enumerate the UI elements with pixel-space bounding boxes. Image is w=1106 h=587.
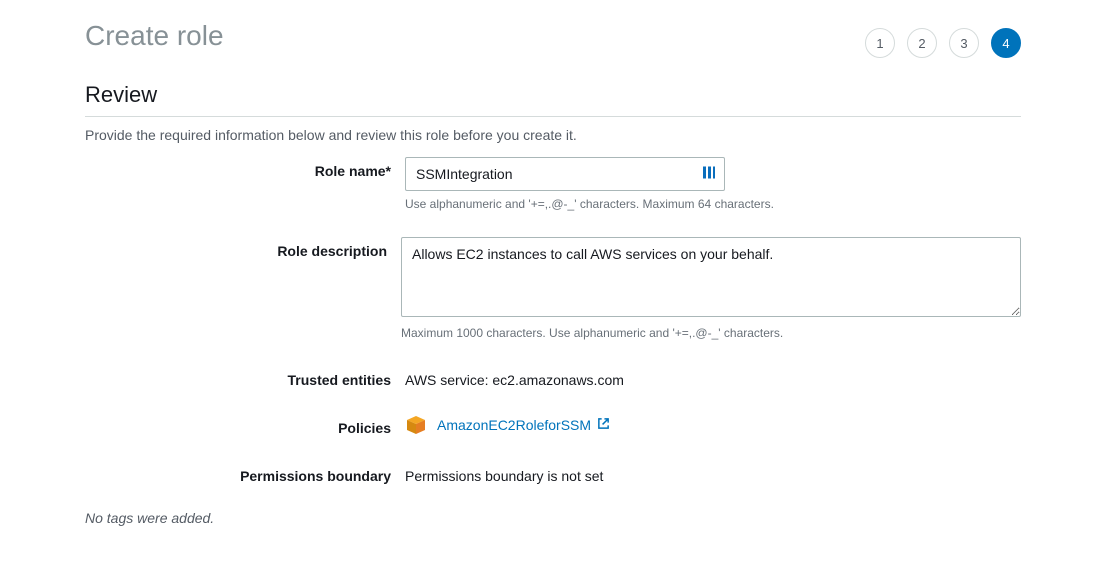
role-description-label: Role description — [85, 237, 401, 259]
lastpass-icon[interactable] — [703, 166, 717, 183]
trusted-entities-value: AWS service: ec2.amazonaws.com — [405, 366, 624, 388]
wizard-step-3[interactable]: 3 — [949, 28, 979, 58]
trusted-entities-label: Trusted entities — [85, 366, 405, 388]
role-name-helper: Use alphanumeric and '+=,.@-_' character… — [405, 197, 1021, 211]
field-permissions-boundary: Permissions boundary Permissions boundar… — [85, 462, 1021, 484]
wizard-step-4[interactable]: 4 — [991, 28, 1021, 58]
tags-section: No tags were added. — [85, 510, 1021, 526]
field-policies: Policies AmazonEC2RoleforSSM — [85, 414, 1021, 436]
wizard-steps: 1 2 3 4 — [865, 20, 1021, 58]
policy-link[interactable]: AmazonEC2RoleforSSM — [437, 417, 610, 433]
policy-link-text: AmazonEC2RoleforSSM — [437, 417, 591, 433]
external-link-icon — [597, 417, 610, 433]
page-title: Create role — [85, 20, 224, 52]
policy-box-icon — [405, 414, 427, 436]
wizard-step-1[interactable]: 1 — [865, 28, 895, 58]
wizard-step-2[interactable]: 2 — [907, 28, 937, 58]
role-name-label: Role name* — [85, 157, 405, 179]
section-title-review: Review — [85, 82, 1021, 117]
tags-message: No tags were added. — [85, 510, 214, 526]
permissions-boundary-label: Permissions boundary — [85, 462, 405, 484]
role-description-helper: Maximum 1000 characters. Use alphanumeri… — [401, 326, 1021, 340]
policies-label: Policies — [85, 414, 405, 436]
section-description: Provide the required information below a… — [85, 127, 1021, 143]
role-description-textarea[interactable] — [401, 237, 1021, 317]
role-name-input[interactable] — [405, 157, 725, 191]
field-role-name: Role name* Use alphanumeric and '+=,.@-_… — [85, 157, 1021, 211]
field-role-description: Role description Maximum 1000 characters… — [85, 237, 1021, 340]
field-trusted-entities: Trusted entities AWS service: ec2.amazon… — [85, 366, 1021, 388]
permissions-boundary-value: Permissions boundary is not set — [405, 462, 603, 484]
